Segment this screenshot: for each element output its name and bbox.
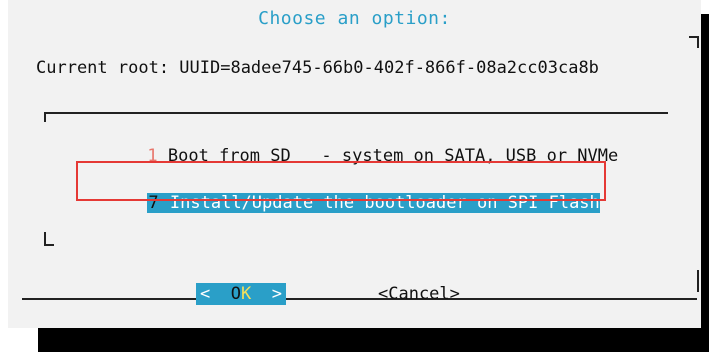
annotation-highlight-box (76, 161, 606, 201)
menu-frame-corner-bottom (44, 232, 54, 246)
dialog-title: Choose an option: (258, 8, 451, 29)
dialog-shadow-bottom (38, 328, 709, 352)
frame-corner (689, 36, 699, 48)
menu-frame-top (44, 112, 668, 114)
ok-hotkey-k: K (240, 284, 252, 304)
ok-button[interactable]: < OK > (196, 283, 286, 305)
cancel-button[interactable]: <Cancel> (378, 283, 460, 305)
menu-frame-corner-top (44, 112, 54, 122)
ok-bracket-right: > (251, 284, 282, 304)
current-root-text: Current root: UUID=8adee745-66b0-402f-86… (36, 58, 599, 78)
frame-right-edge (697, 270, 699, 292)
terminal-screen: Choose an option: Current root: UUID=8ad… (0, 0, 709, 352)
options-dialog: Choose an option: Current root: UUID=8ad… (8, 0, 701, 328)
menu-item-boot-from-sd[interactable]: 1 Boot from SD - system on SATA, USB or … (86, 123, 618, 166)
ok-bracket-left: < (200, 284, 231, 304)
dialog-shadow-right (701, 14, 709, 352)
ok-letter-o: O (230, 284, 241, 304)
frame-bottom-edge (22, 298, 697, 300)
